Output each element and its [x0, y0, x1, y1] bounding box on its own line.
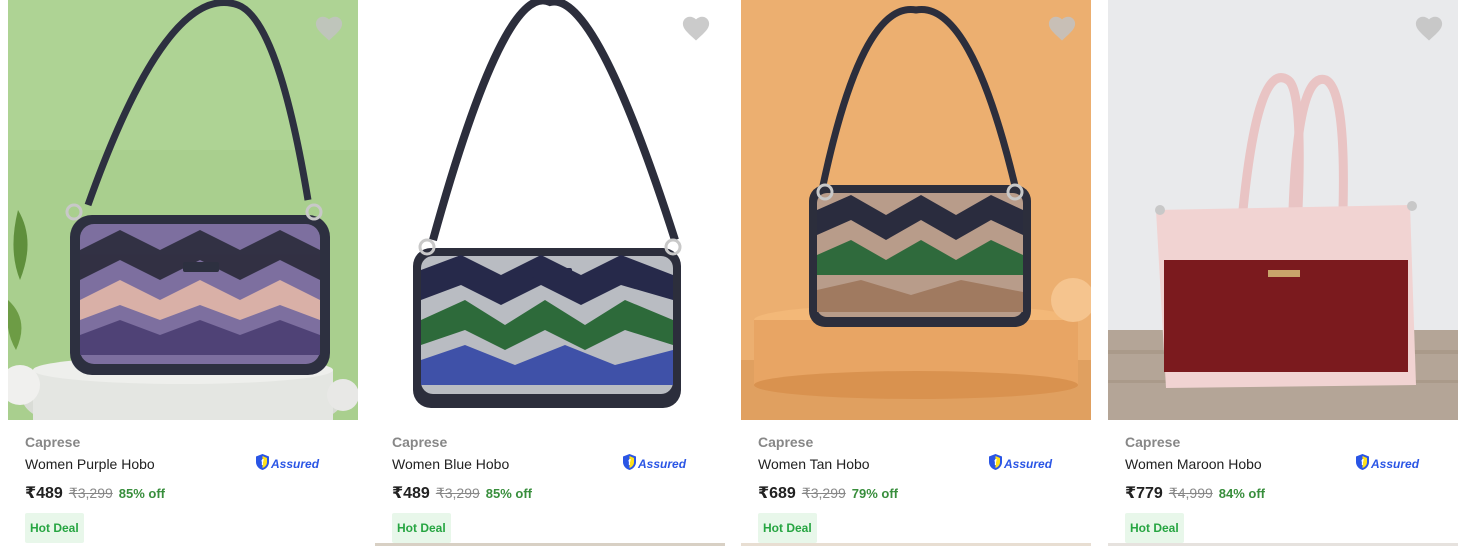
product-image[interactable] — [375, 0, 725, 420]
product-card[interactable]: Caprese Women Tan Hobo f Assured ₹689 ₹3,… — [741, 0, 1091, 546]
product-image[interactable] — [8, 0, 358, 420]
selling-price: ₹489 — [25, 485, 63, 502]
hot-deal-badge: Hot Deal — [758, 513, 817, 543]
price-row: ₹779 ₹4,999 84% off — [1125, 482, 1445, 504]
discount-label: 84% off — [1218, 486, 1266, 501]
assured-label: Assured — [638, 457, 687, 471]
shield-icon: f — [988, 453, 1003, 476]
price-row: ₹689 ₹3,299 79% off — [758, 482, 1078, 504]
product-card[interactable]: Caprese Women Blue Hobo f Assured ₹489 ₹3… — [375, 0, 725, 546]
product-info: Caprese Women Maroon Hobo f Assured ₹779… — [1125, 433, 1445, 543]
assured-badge: f Assured — [255, 453, 319, 475]
product-brand: Caprese — [1125, 434, 1181, 450]
shield-icon: f — [1355, 453, 1370, 476]
hot-deal-badge: Hot Deal — [25, 513, 84, 543]
heart-icon[interactable] — [1047, 14, 1077, 42]
assured-label: Assured — [1371, 457, 1420, 471]
discount-label: 85% off — [118, 486, 166, 501]
shield-icon: f — [255, 453, 270, 476]
assured-label: Assured — [271, 457, 320, 471]
product-card[interactable]: Caprese Women Maroon Hobo f Assured ₹779… — [1108, 0, 1458, 546]
heart-icon[interactable] — [1414, 14, 1444, 42]
discount-label: 85% off — [485, 486, 533, 501]
assured-label: Assured — [1004, 457, 1053, 471]
product-grid: Caprese Women Purple Hobo f Assured ₹489… — [0, 0, 1462, 546]
price-row: ₹489 ₹3,299 85% off — [25, 482, 345, 504]
price-row: ₹489 ₹3,299 85% off — [392, 482, 712, 504]
hot-deal-badge: Hot Deal — [1125, 513, 1184, 543]
heart-icon[interactable] — [314, 14, 344, 42]
assured-badge: f Assured — [1355, 453, 1419, 475]
svg-text:f: f — [628, 458, 631, 467]
selling-price: ₹779 — [1125, 485, 1163, 502]
product-brand: Caprese — [25, 434, 81, 450]
product-brand: Caprese — [392, 434, 448, 450]
svg-text:f: f — [1361, 458, 1364, 467]
product-info: Caprese Women Purple Hobo f Assured ₹489… — [25, 433, 345, 543]
hot-deal-badge: Hot Deal — [392, 513, 451, 543]
assured-badge: f Assured — [988, 453, 1052, 475]
selling-price: ₹489 — [392, 485, 430, 502]
heart-icon[interactable] — [681, 14, 711, 42]
product-info: Caprese Women Blue Hobo f Assured ₹489 ₹3… — [392, 433, 712, 543]
assured-badge: f Assured — [622, 453, 686, 475]
shield-icon: f — [622, 453, 637, 476]
svg-text:f: f — [994, 458, 997, 467]
selling-price: ₹689 — [758, 485, 796, 502]
product-image[interactable] — [741, 0, 1091, 420]
product-image[interactable] — [1108, 0, 1458, 420]
original-price: ₹4,999 — [1168, 485, 1213, 501]
original-price: ₹3,299 — [801, 485, 846, 501]
original-price: ₹3,299 — [435, 485, 480, 501]
original-price: ₹3,299 — [68, 485, 113, 501]
product-info: Caprese Women Tan Hobo f Assured ₹689 ₹3,… — [758, 433, 1078, 543]
product-brand: Caprese — [758, 434, 814, 450]
svg-text:f: f — [261, 458, 264, 467]
product-card[interactable]: Caprese Women Purple Hobo f Assured ₹489… — [8, 0, 358, 546]
discount-label: 79% off — [851, 486, 899, 501]
